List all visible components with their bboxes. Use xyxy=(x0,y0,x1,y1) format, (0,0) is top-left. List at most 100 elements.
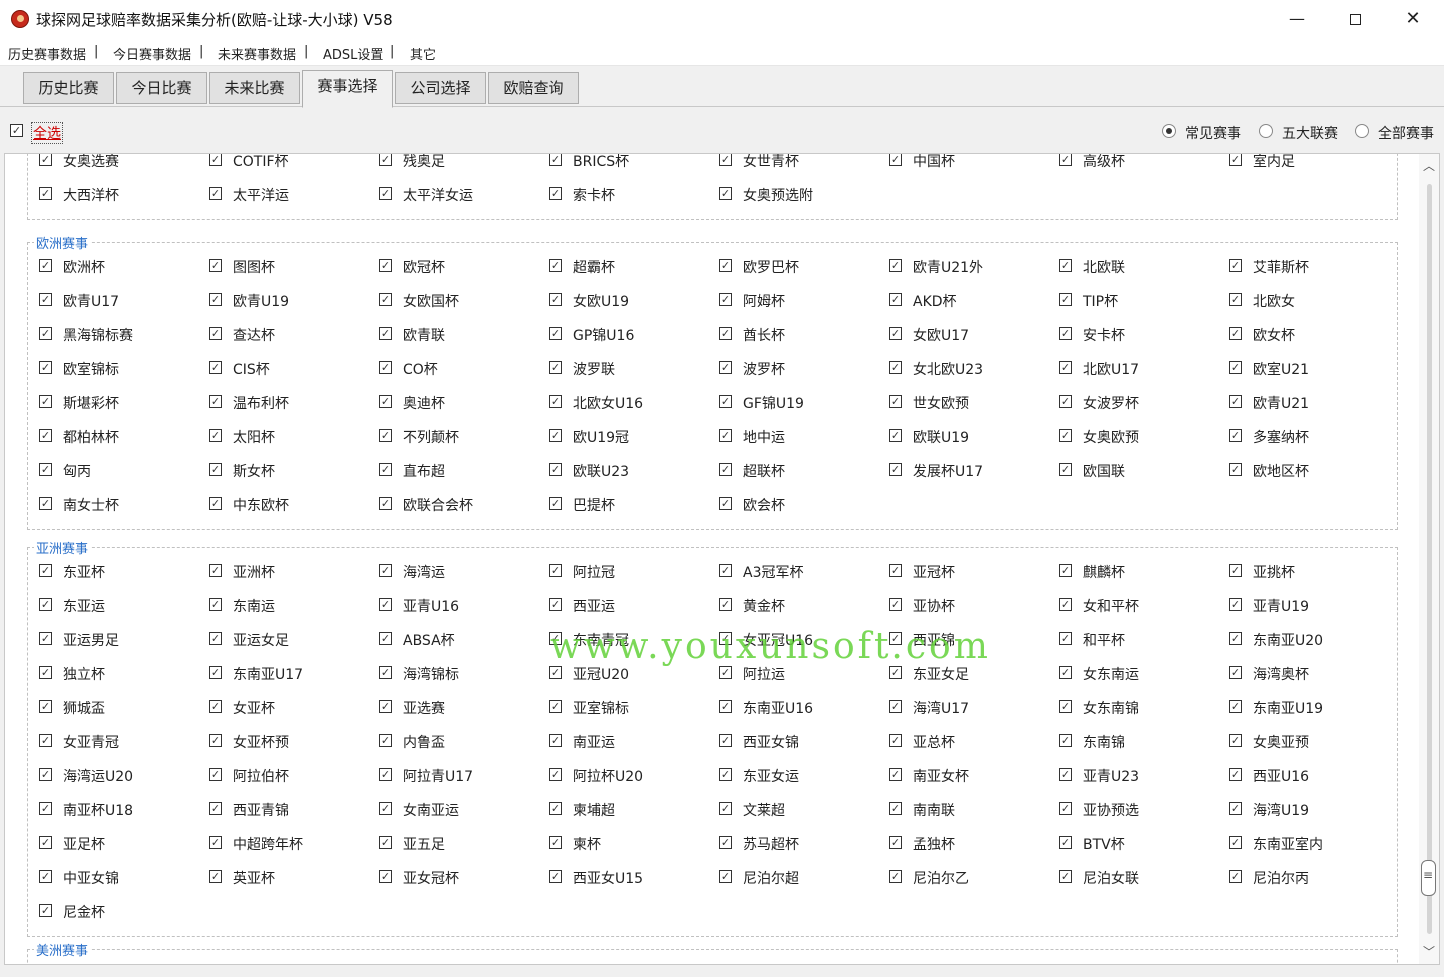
league-label[interactable]: 海湾奥杯 xyxy=(1253,664,1309,684)
league-checkbox[interactable] xyxy=(1059,154,1072,166)
league-item[interactable]: 北欧联 xyxy=(1048,255,1213,277)
league-label[interactable]: 大西洋杯 xyxy=(63,185,119,205)
league-label[interactable]: 女亚青冠 xyxy=(63,732,119,752)
league-checkbox[interactable] xyxy=(549,429,562,442)
league-item[interactable]: 欧青联 xyxy=(368,323,533,345)
radio-common-leagues[interactable] xyxy=(1162,124,1176,138)
league-item[interactable]: 女亚青冠 xyxy=(28,730,193,752)
league-item[interactable]: 北欧U17 xyxy=(1048,357,1213,379)
league-label[interactable]: 高级杯 xyxy=(1083,154,1125,171)
league-checkbox[interactable] xyxy=(1229,564,1242,577)
league-checkbox[interactable] xyxy=(1059,666,1072,679)
league-item[interactable]: 西亚青锦 xyxy=(198,798,363,820)
league-label[interactable]: 尼金杯 xyxy=(63,902,105,922)
league-label[interactable]: 直布超 xyxy=(403,461,445,481)
league-item[interactable]: 女欧U19 xyxy=(538,289,703,311)
league-checkbox[interactable] xyxy=(1059,734,1072,747)
league-checkbox[interactable] xyxy=(39,632,52,645)
scroll-track[interactable] xyxy=(1427,184,1432,934)
league-label[interactable]: 亚青U16 xyxy=(403,596,459,616)
league-label[interactable]: 中亚女锦 xyxy=(63,868,119,888)
league-checkbox[interactable] xyxy=(1229,463,1242,476)
league-item[interactable]: 海湾奥杯 xyxy=(1218,662,1383,684)
league-checkbox[interactable] xyxy=(719,700,732,713)
league-item[interactable]: 图图杯 xyxy=(198,255,363,277)
league-label[interactable]: 中国杯 xyxy=(913,154,955,171)
league-checkbox[interactable] xyxy=(1229,395,1242,408)
league-label[interactable]: 安卡杯 xyxy=(1083,325,1125,345)
league-checkbox[interactable] xyxy=(889,327,902,340)
league-item[interactable]: 阿拉青U17 xyxy=(368,764,533,786)
league-label[interactable]: 女东南锦 xyxy=(1083,698,1139,718)
league-item[interactable]: 海湾锦标 xyxy=(368,662,533,684)
league-item[interactable]: 室内足 xyxy=(1218,154,1383,171)
league-item[interactable]: A3冠军杯 xyxy=(708,560,873,582)
league-label[interactable]: BRICS杯 xyxy=(573,154,629,171)
league-checkbox[interactable] xyxy=(549,734,562,747)
league-checkbox[interactable] xyxy=(1229,870,1242,883)
league-label[interactable]: 太阳杯 xyxy=(233,427,275,447)
maximize-button[interactable] xyxy=(1326,0,1384,38)
league-checkbox[interactable] xyxy=(1229,836,1242,849)
league-label[interactable]: 和平杯 xyxy=(1083,630,1125,650)
league-label[interactable]: 女欧U19 xyxy=(573,291,629,311)
tab-future-matches[interactable]: 未来比赛 xyxy=(209,72,300,104)
league-checkbox[interactable] xyxy=(549,327,562,340)
league-item[interactable]: 欧女杯 xyxy=(1218,323,1383,345)
league-checkbox[interactable] xyxy=(719,361,732,374)
league-item[interactable]: 斯女杯 xyxy=(198,459,363,481)
league-checkbox[interactable] xyxy=(379,666,392,679)
league-checkbox[interactable] xyxy=(549,836,562,849)
league-item[interactable]: 太平洋运 xyxy=(198,183,363,205)
league-checkbox[interactable] xyxy=(719,259,732,272)
league-label[interactable]: 室内足 xyxy=(1253,154,1295,171)
league-checkbox[interactable] xyxy=(379,768,392,781)
league-checkbox[interactable] xyxy=(719,429,732,442)
league-checkbox[interactable] xyxy=(1229,429,1242,442)
league-item[interactable]: 匈丙 xyxy=(28,459,193,481)
league-label[interactable]: 柬杯 xyxy=(573,834,601,854)
league-checkbox[interactable] xyxy=(889,870,902,883)
league-label[interactable]: 北欧联 xyxy=(1083,257,1125,277)
menu-adsl-settings[interactable]: ADSL设置 xyxy=(323,44,383,63)
league-label[interactable]: 太平洋运 xyxy=(233,185,289,205)
league-checkbox[interactable] xyxy=(379,463,392,476)
league-item[interactable]: 欧联合会杯 xyxy=(368,493,533,515)
league-checkbox[interactable] xyxy=(209,497,222,510)
league-label[interactable]: 索卡杯 xyxy=(573,185,615,205)
league-checkbox[interactable] xyxy=(719,497,732,510)
league-item[interactable]: 不列颠杯 xyxy=(368,425,533,447)
league-checkbox[interactable] xyxy=(39,904,52,917)
league-label[interactable]: 柬埔超 xyxy=(573,800,615,820)
league-item[interactable]: 女亚杯预 xyxy=(198,730,363,752)
league-checkbox[interactable] xyxy=(889,293,902,306)
league-label[interactable]: 南亚运 xyxy=(573,732,615,752)
select-all-checkbox[interactable] xyxy=(10,124,23,137)
league-checkbox[interactable] xyxy=(379,429,392,442)
league-label[interactable]: 亚挑杯 xyxy=(1253,562,1295,582)
radio-top-five-leagues[interactable] xyxy=(1259,124,1273,138)
league-item[interactable]: 女和平杯 xyxy=(1048,594,1213,616)
league-item[interactable]: 波罗联 xyxy=(538,357,703,379)
league-item[interactable]: 欧U19冠 xyxy=(538,425,703,447)
league-checkbox[interactable] xyxy=(1229,700,1242,713)
league-label[interactable]: 欧罗巴杯 xyxy=(743,257,799,277)
league-item[interactable]: 文莱超 xyxy=(708,798,873,820)
league-checkbox[interactable] xyxy=(39,564,52,577)
league-item[interactable]: AKD杯 xyxy=(878,289,1043,311)
league-checkbox[interactable] xyxy=(1229,598,1242,611)
league-item[interactable]: 西亚U16 xyxy=(1218,764,1383,786)
league-label[interactable]: 酋长杯 xyxy=(743,325,785,345)
league-checkbox[interactable] xyxy=(379,734,392,747)
league-item[interactable]: 南亚女杯 xyxy=(878,764,1043,786)
league-item[interactable]: 东南亚U19 xyxy=(1218,696,1383,718)
league-checkbox[interactable] xyxy=(209,154,222,166)
league-label[interactable]: 东南运 xyxy=(233,596,275,616)
league-label[interactable]: 发展杯U17 xyxy=(913,461,983,481)
league-label[interactable]: 苏马超杯 xyxy=(743,834,799,854)
league-item[interactable]: 亚挑杯 xyxy=(1218,560,1383,582)
league-checkbox[interactable] xyxy=(379,395,392,408)
league-item[interactable]: 柬埔超 xyxy=(538,798,703,820)
league-item[interactable]: 欧地区杯 xyxy=(1218,459,1383,481)
league-item[interactable]: 阿拉冠 xyxy=(538,560,703,582)
